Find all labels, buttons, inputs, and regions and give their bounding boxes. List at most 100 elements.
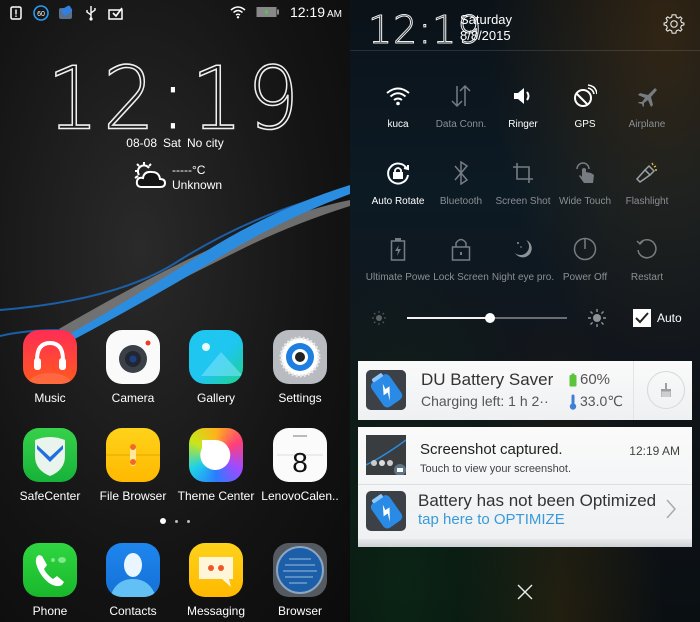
dock-browser[interactable]: Browser xyxy=(258,543,342,618)
clean-button[interactable] xyxy=(647,371,685,409)
tile-screen-shot[interactable]: Screen Shot xyxy=(488,160,558,207)
camera-icon xyxy=(106,330,160,384)
notification-body: Touch to view your screenshot. xyxy=(420,463,572,475)
page-dot[interactable] xyxy=(160,518,166,524)
tile-gps[interactable]: GPS xyxy=(550,83,620,130)
brightness-low-icon xyxy=(372,311,386,330)
tile-data-connection[interactable]: Data Conn. xyxy=(426,83,496,130)
app-music[interactable]: Music xyxy=(8,330,92,405)
tile-bluetooth[interactable]: Bluetooth xyxy=(426,160,496,207)
crop-icon xyxy=(488,160,558,186)
close-shade-button[interactable] xyxy=(516,583,534,606)
wifi-icon xyxy=(230,4,246,20)
page-dot[interactable] xyxy=(187,519,190,523)
folder-icon xyxy=(106,428,160,482)
header-divider xyxy=(350,50,700,51)
moon-icon xyxy=(488,236,558,262)
dock-messaging[interactable]: Messaging xyxy=(174,543,258,618)
shade-date: Saturday 8/8/2015 xyxy=(460,12,513,43)
close-icon xyxy=(517,584,533,600)
notification-screenshot[interactable]: Screenshot captured. 12:19 AM Touch to v… xyxy=(358,427,692,485)
auto-brightness-label: Auto xyxy=(657,311,682,325)
svg-text:8: 8 xyxy=(292,447,308,478)
tile-flashlight[interactable]: Flashlight xyxy=(612,160,682,207)
app-gallery[interactable]: Gallery xyxy=(174,330,258,405)
svg-text:60: 60 xyxy=(37,11,45,18)
gallery-icon xyxy=(189,330,243,384)
settings-gear-icon[interactable] xyxy=(663,13,685,40)
weather-temp: -----°C xyxy=(172,162,206,177)
shield-icon xyxy=(23,428,77,482)
notification-title: Screenshot captured. xyxy=(420,441,563,458)
gps-satellite-icon xyxy=(550,83,620,109)
app-label: SafeCenter xyxy=(19,489,81,503)
settings-gear-icon xyxy=(273,330,327,384)
tile-power-off[interactable]: Power Off xyxy=(550,236,620,283)
usb-icon xyxy=(83,5,99,21)
app-label: Contacts xyxy=(109,604,157,618)
brightness-high-icon xyxy=(588,309,606,332)
notification-group: Screenshot captured. 12:19 AM Touch to v… xyxy=(358,427,692,547)
battery-level: 60% xyxy=(569,371,610,388)
speaker-icon xyxy=(488,83,558,109)
clock-date: 08-08 Sat No city xyxy=(126,136,224,150)
app-file-browser[interactable]: File Browser xyxy=(91,428,175,503)
app-label: Theme Center xyxy=(177,489,255,503)
dock-contacts[interactable]: Contacts xyxy=(91,543,175,618)
notification-optimize[interactable]: Battery has not been Optimized tap here … xyxy=(358,487,692,539)
brightness-row: Auto xyxy=(350,306,700,330)
tile-ultimate-power[interactable]: Ultimate Powe xyxy=(363,236,433,283)
touch-hand-icon xyxy=(550,160,620,186)
du-battery-icon xyxy=(58,5,74,21)
brightness-fill xyxy=(407,317,491,319)
tile-wide-touch[interactable]: Wide Touch xyxy=(550,160,620,207)
phone-icon xyxy=(23,543,77,597)
app-theme-center[interactable]: Theme Center xyxy=(174,428,258,503)
tile-ringer[interactable]: Ringer xyxy=(488,83,558,130)
notification-du-battery[interactable]: DU Battery Saver 60% Charging left: 1 h … xyxy=(358,361,692,420)
du-battery-app-icon xyxy=(366,491,406,531)
brightness-thumb[interactable] xyxy=(485,313,496,323)
app-label: Browser xyxy=(277,604,322,618)
page-dot[interactable] xyxy=(175,519,178,523)
notification-stack-edge xyxy=(358,539,692,547)
globe-icon xyxy=(273,543,327,597)
app-safecenter[interactable]: SafeCenter xyxy=(8,428,92,503)
flashlight-icon xyxy=(612,160,682,186)
tile-restart[interactable]: Restart xyxy=(612,236,682,283)
tile-airplane[interactable]: Airplane xyxy=(612,83,682,130)
calendar-icon: 8 xyxy=(273,428,327,482)
rotate-lock-icon xyxy=(363,160,433,186)
app-camera[interactable]: Camera xyxy=(91,330,175,405)
auto-brightness-checkbox[interactable] xyxy=(633,309,651,327)
wifi-icon xyxy=(363,83,433,109)
dock-phone[interactable]: Phone xyxy=(8,543,92,618)
tile-auto-rotate[interactable]: Auto Rotate xyxy=(363,160,433,207)
app-label: Camera xyxy=(111,391,155,405)
notification-title: Battery has not been Optimized xyxy=(418,491,657,510)
lockscreen-clock[interactable]: 12:19 xyxy=(0,49,350,150)
tile-night-eye[interactable]: Night eye pro. xyxy=(488,236,558,283)
optimize-link[interactable]: tap here to OPTIMIZE xyxy=(418,511,565,528)
app-lenovo-calendar[interactable]: 8 LenovoCalen.. xyxy=(258,428,342,503)
app-label: Gallery xyxy=(196,391,235,405)
tile-lock-screen[interactable]: Lock Screen xyxy=(426,236,496,283)
app-label: File Browser xyxy=(99,489,167,503)
app-settings[interactable]: Settings xyxy=(258,330,342,405)
page-indicator[interactable] xyxy=(0,518,350,524)
data-arrows-icon xyxy=(426,83,496,109)
battery-bolt-icon xyxy=(363,236,433,262)
airplane-icon xyxy=(612,83,682,109)
screenshot-thumbnail xyxy=(365,435,407,476)
notification-title: DU Battery Saver xyxy=(421,370,554,389)
contact-icon xyxy=(106,543,160,597)
power-icon xyxy=(550,236,620,262)
chevron-right-icon[interactable] xyxy=(666,499,677,524)
app-label: Settings xyxy=(278,391,322,405)
app-label: Music xyxy=(34,391,66,405)
notification-divider xyxy=(633,361,634,420)
app-label: Messaging xyxy=(186,604,246,618)
clipboard-check-icon xyxy=(108,5,124,21)
brightness-slider[interactable] xyxy=(407,313,567,323)
tile-wifi[interactable]: kuca xyxy=(363,83,433,130)
